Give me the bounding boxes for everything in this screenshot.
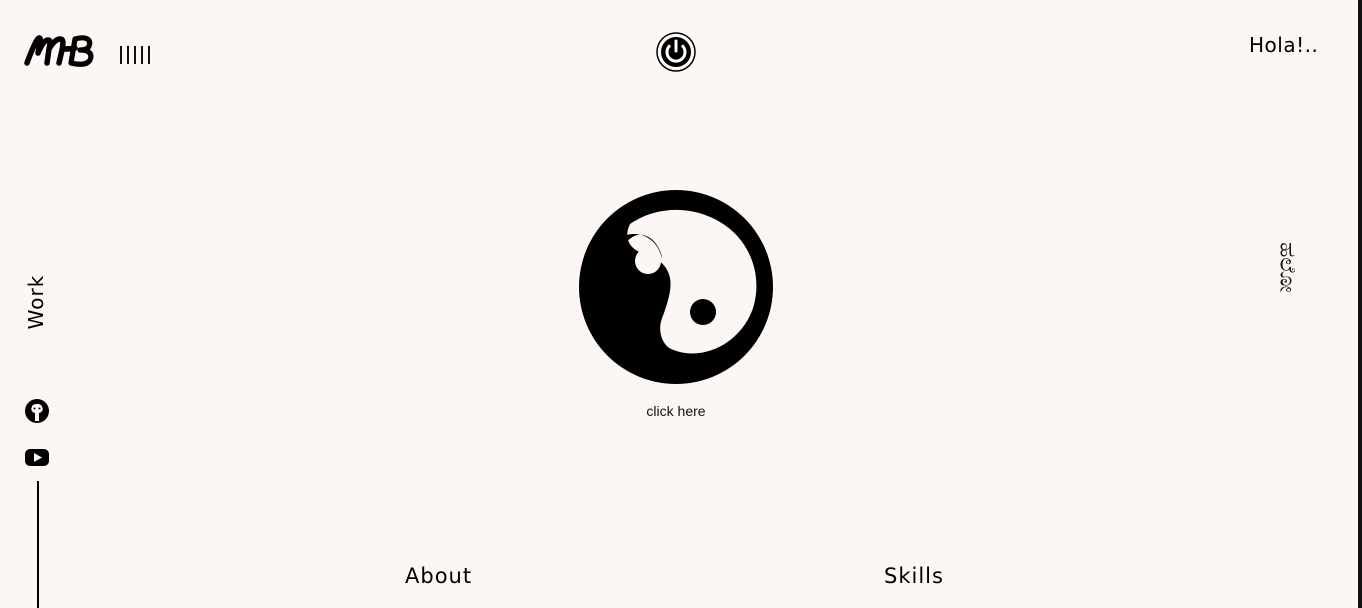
yin-yang-button[interactable] <box>576 187 776 387</box>
kannada-greeting-link[interactable]: ಹಲೋ <box>1275 218 1300 318</box>
logo[interactable]: MB <box>24 32 96 68</box>
logo-icon <box>24 35 94 67</box>
greeting-link[interactable]: Hola!.. <box>1249 33 1318 57</box>
page-scrollbar-edge[interactable] <box>1358 0 1362 608</box>
skills-link[interactable]: Skills <box>884 564 944 588</box>
power-icon <box>656 32 696 72</box>
work-link[interactable]: Work <box>24 266 48 338</box>
menu-bar-4 <box>141 46 143 64</box>
portfolio-home-page: MB Hola!.. ಹಲೋ Work <box>0 0 1362 608</box>
github-icon[interactable] <box>24 398 50 424</box>
power-button[interactable] <box>655 31 697 73</box>
menu-toggle-button[interactable] <box>120 46 150 64</box>
yin-yang-icon <box>579 190 773 384</box>
about-link[interactable]: About <box>405 564 472 588</box>
social-divider-line <box>37 481 39 608</box>
click-here-caption: click here <box>646 403 706 419</box>
menu-bar-5 <box>148 46 150 64</box>
menu-bar-2 <box>127 46 129 64</box>
menu-bar-3 <box>134 46 136 64</box>
menu-bar-1 <box>120 46 122 64</box>
youtube-icon[interactable] <box>24 444 50 470</box>
